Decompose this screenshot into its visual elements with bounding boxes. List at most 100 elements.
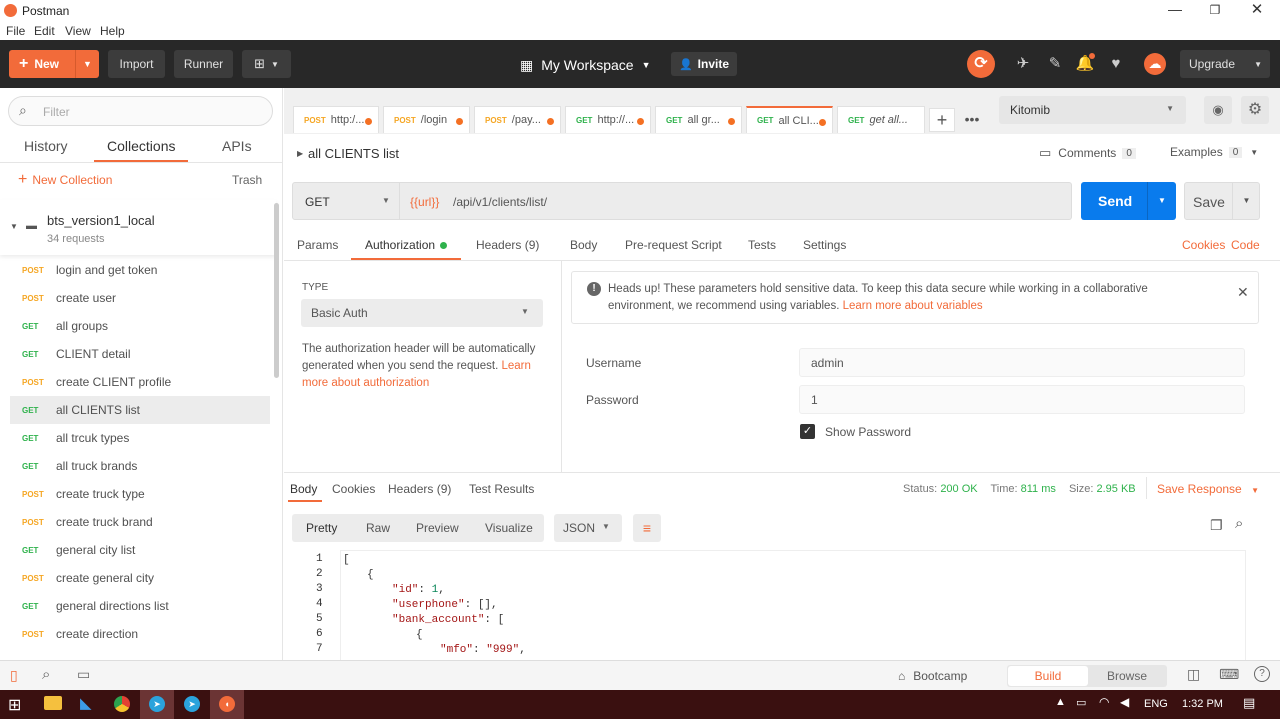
toggle-sidebar-icon[interactable]: ▯	[10, 667, 18, 684]
more-tabs-icon[interactable]: •••	[961, 108, 983, 132]
tab-authorization[interactable]: Authorization	[365, 238, 448, 252]
show-password-checkbox[interactable]: ✓	[800, 424, 815, 439]
upgrade-button[interactable]: Upgrade ▼	[1180, 50, 1270, 78]
sidebar-request-item[interactable]: GET all truck brands	[10, 452, 270, 480]
tab-headers[interactable]: Headers (9)	[476, 238, 539, 252]
sidebar-request-item[interactable]: POST create general city	[10, 564, 270, 592]
language-indicator[interactable]: ENG	[1144, 698, 1168, 710]
clock[interactable]: 1:32 PM	[1182, 698, 1223, 710]
alert-learn-more-link[interactable]: Learn more about variables	[843, 300, 983, 312]
windows-start-icon[interactable]: ⊞	[8, 695, 21, 715]
sidebar-request-item[interactable]: POST create truck type	[10, 480, 270, 508]
view-mode-visualize[interactable]: Visualize	[485, 521, 533, 535]
response-tab-headers[interactable]: Headers (9)	[388, 482, 451, 496]
auth-type-select[interactable]: Basic Auth ▼	[301, 299, 543, 327]
view-mode-pretty[interactable]: Pretty	[306, 521, 337, 535]
restore-icon[interactable]: ❐	[1200, 0, 1230, 20]
response-code-viewer[interactable]: [ { "id": 1, "userphone": [], "bank_acco…	[340, 550, 1246, 660]
workspace-selector[interactable]: ▦ My Workspace ▼	[520, 54, 650, 76]
format-select[interactable]: JSON ▼	[554, 514, 622, 542]
console-icon[interactable]: ▭	[77, 666, 90, 683]
size-value[interactable]: 2.95 KB	[1097, 483, 1136, 495]
open-new-button[interactable]: ⊞ ▼	[242, 50, 291, 78]
request-tab[interactable]: POST http:/...	[293, 106, 379, 133]
tray-chevron-up-icon[interactable]: ▲	[1055, 696, 1066, 708]
request-tab[interactable]: GET all CLI...	[746, 106, 833, 133]
close-icon[interactable]: ✕	[1237, 284, 1249, 301]
chevron-down-icon[interactable]: ▼	[1232, 183, 1260, 219]
sidebar-request-item[interactable]: GET all trcuk types	[10, 424, 270, 452]
sidebar-scrollbar[interactable]	[274, 203, 279, 378]
new-button[interactable]: + New ▼	[9, 50, 99, 78]
satellite-icon[interactable]: ✈	[1013, 54, 1033, 74]
sidebar-request-item[interactable]: GET general city list	[10, 536, 270, 564]
telegram-icon[interactable]: ➤	[149, 696, 165, 712]
file-explorer-icon[interactable]	[44, 696, 62, 710]
username-field[interactable]: admin	[799, 348, 1245, 377]
tab-tests[interactable]: Tests	[748, 238, 776, 252]
sidebar-request-item[interactable]: POST create truck brand	[10, 508, 270, 536]
response-tab-cookies[interactable]: Cookies	[332, 482, 375, 496]
view-mode-raw[interactable]: Raw	[366, 521, 390, 535]
wifi-icon[interactable]: ◠	[1099, 695, 1109, 709]
minimize-icon[interactable]: —	[1160, 0, 1190, 20]
status-value[interactable]: 200 OK	[940, 483, 977, 495]
find-icon[interactable]: ⌕	[42, 666, 50, 683]
close-icon[interactable]: ✕	[1242, 0, 1272, 20]
request-tab[interactable]: POST/pay...	[474, 106, 561, 133]
runner-button[interactable]: Runner	[174, 50, 233, 78]
request-tab[interactable]: GET all gr...	[655, 106, 742, 133]
tab-pre-request-script[interactable]: Pre-request Script	[625, 238, 722, 252]
tab-body[interactable]: Body	[570, 238, 597, 252]
sidebar-request-item[interactable]: GET all CLIENTS list	[10, 396, 270, 424]
settings-wrench-icon[interactable]: ✎	[1045, 54, 1065, 74]
sidebar-request-item[interactable]: POST create CLIENT profile	[10, 368, 270, 396]
sidebar-request-item[interactable]: GET all groups	[10, 312, 270, 340]
copy-icon[interactable]: ❐	[1210, 517, 1223, 534]
request-name[interactable]: all CLIENTS list	[308, 146, 399, 161]
browse-button[interactable]: Browse	[1088, 666, 1166, 686]
method-select[interactable]: GET ▼	[292, 182, 400, 220]
sidebar-request-item[interactable]: GET CLIENT detail	[10, 340, 270, 368]
help-icon[interactable]: ?	[1254, 666, 1270, 682]
notifications-icon[interactable]: ▤	[1243, 695, 1255, 711]
volume-icon[interactable]: ◀	[1120, 695, 1129, 709]
view-mode-preview[interactable]: Preview	[416, 521, 459, 535]
postman-taskbar-icon[interactable]: ◖	[219, 696, 235, 712]
sidebar-request-item[interactable]: POST create user	[10, 284, 270, 312]
chrome-icon[interactable]	[114, 696, 130, 712]
examples-button[interactable]: Examples 0 ▼	[1170, 145, 1258, 159]
tab-history[interactable]: History	[24, 138, 68, 154]
two-pane-view-icon[interactable]: ◫	[1187, 666, 1200, 683]
tab-params[interactable]: Params	[297, 238, 338, 252]
build-button[interactable]: Build	[1008, 666, 1088, 686]
filter-input-box[interactable]: ⌕ Filter	[8, 96, 273, 126]
tab-collections[interactable]: Collections	[107, 138, 175, 154]
request-tab[interactable]: POST/login	[383, 106, 470, 133]
tab-apis[interactable]: APIs	[222, 138, 252, 154]
menu-view[interactable]: View	[65, 24, 91, 38]
search-icon[interactable]: ⌕	[1235, 515, 1243, 532]
sidebar-request-item[interactable]: POST create direction	[10, 620, 270, 648]
time-value[interactable]: 811 ms	[1021, 483, 1056, 495]
telegram-icon[interactable]: ➤	[184, 696, 200, 712]
response-tab-body[interactable]: Body	[290, 482, 317, 496]
save-response-button[interactable]: Save Response ▼	[1157, 482, 1259, 496]
url-input[interactable]: {{url}} /api/v1/clients/list/	[400, 182, 1072, 220]
invite-button[interactable]: 👤 Invite	[671, 52, 737, 76]
sidebar-request-item[interactable]: POST login and get token	[10, 256, 270, 284]
eye-icon[interactable]: ◉	[1204, 96, 1232, 124]
response-tab-test-results[interactable]: Test Results	[469, 482, 534, 496]
request-tab[interactable]: GET http://...	[565, 106, 651, 133]
wrap-lines-icon[interactable]: ≡	[633, 514, 661, 542]
avatar[interactable]: ☁	[1144, 53, 1166, 75]
chevron-down-icon[interactable]: ▼	[75, 50, 99, 78]
import-button[interactable]: Import	[108, 50, 165, 78]
bootcamp-button[interactable]: ⌂ Bootcamp	[898, 669, 967, 683]
request-tab[interactable]: GET get all...	[837, 106, 925, 133]
new-collection-button[interactable]: + New Collection	[18, 171, 112, 189]
sidebar-request-item[interactable]: GET general directions list	[10, 592, 270, 620]
menu-file[interactable]: File	[6, 24, 25, 38]
menu-edit[interactable]: Edit	[34, 24, 55, 38]
password-field[interactable]: 1	[799, 385, 1245, 414]
